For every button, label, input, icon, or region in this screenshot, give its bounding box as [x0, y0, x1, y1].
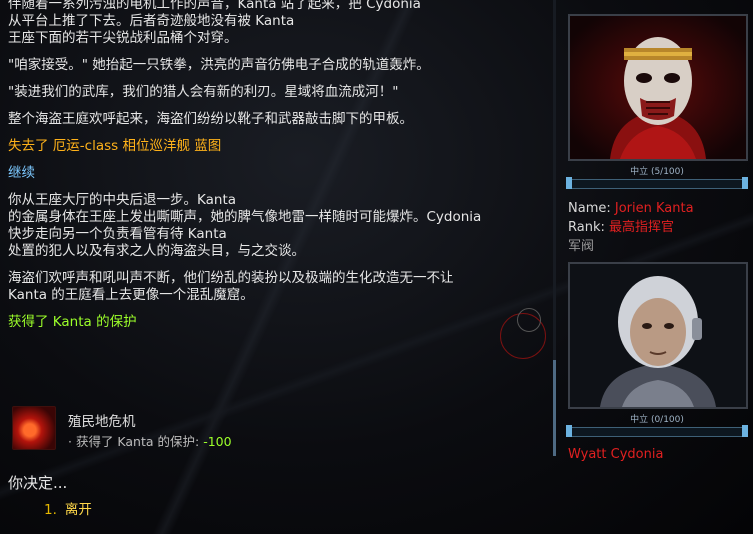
option-leave[interactable]: 1. 离开 [44, 498, 92, 518]
story-paragraph: 你从王座大厅的中央后退一步。Kanta 的金属身体在王座上发出嘶嘶声，她的脾气像… [8, 192, 553, 260]
effect-title: 殖民地危机 [68, 414, 136, 430]
character-name: Wyatt Cydonia [568, 447, 664, 462]
story-paragraph: "咱家接受。" 她抬起一只铁拳，洪亮的声音彷佛电子合成的轨道轰炸。 [8, 57, 430, 73]
character-panel-cydonia: 中立 (0/100) Wyatt Cydonia [566, 262, 748, 462]
character-panel-kanta: 中立 (5/100) Name: Jorien Kanta Rank: 最高指挥… [566, 14, 748, 256]
story-line: 从平台上推了下去。后者奇迹般地没有被 Kanta [8, 13, 295, 29]
story-line: Kanta 的王庭看上去更像一个混乱魔窟。 [8, 287, 254, 303]
character-info: Name: Jorien Kanta Rank: 最高指挥官 军阀 [568, 199, 746, 256]
kanta-portrait-image [570, 16, 746, 159]
rank-key: Rank: [568, 220, 605, 235]
character-name: Jorien Kanta [614, 201, 694, 216]
option-label: 离开 [64, 502, 92, 518]
story-line: 你从王座大厅的中央后退一步。Kanta [8, 192, 237, 208]
story-line: 海盗们欢呼声和吼叫声不断，他们纷乱的装扮以及极端的生化改造无一不让 [8, 270, 454, 286]
story-line: 王座下面的若干尖锐战利品桶个对穿。 [8, 30, 238, 46]
decision-heading: 你决定... [8, 474, 68, 492]
scrollbar-thumb[interactable] [553, 360, 556, 456]
cydonia-portrait-image [570, 264, 746, 407]
effect-value: -100 [203, 434, 232, 449]
option-number: 1. [44, 502, 57, 518]
story-line: 处置的犯人以及有求之人的海盗头目，与之交谈。 [8, 243, 305, 259]
reputation-bar [566, 425, 748, 437]
name-key: Name: [568, 201, 611, 216]
story-log: 伴随着一系列污浊的电机工作的声音，Kanta 站了起来，把 Cydonia 从平… [8, 0, 553, 395]
gained-notice: 获得了 Kanta 的保护 [8, 314, 137, 330]
target-reticle-icon [500, 308, 546, 359]
story-line: 伴随着一系列污浊的电机工作的声音，Kanta 站了起来，把 Cydonia [8, 0, 421, 12]
effect-description: · 获得了 Kanta 的保护: -100 [68, 431, 232, 450]
colony-crisis-icon [12, 406, 56, 450]
lost-item-notice: 失去了 厄运-class 相位巡洋舰 蓝图 [8, 138, 222, 154]
character-rank: 最高指挥官 [609, 220, 675, 235]
continue-marker: 继续 [8, 165, 35, 181]
story-paragraph: 伴随着一系列污浊的电机工作的声音，Kanta 站了起来，把 Cydonia 从平… [8, 0, 553, 47]
story-paragraph: 整个海盗王庭欢呼起来，海盗们纷纷以靴子和武器敲击脚下的甲板。 [8, 111, 413, 127]
effect-desc-text: · 获得了 Kanta 的保护: [68, 434, 200, 449]
portrait-cydonia [568, 262, 748, 409]
story-line: 的金属身体在王座上发出嘶嘶声，她的脾气像地雷一样随时可能爆炸。Cydonia [8, 209, 482, 225]
reputation-bar [566, 177, 748, 189]
story-paragraph: 海盗们欢呼声和吼叫声不断，他们纷乱的装扮以及极端的生化改造无一不让 Kanta … [8, 270, 553, 304]
reputation-label: 中立 (5/100) [630, 167, 684, 177]
reputation-label: 中立 (0/100) [630, 415, 684, 425]
story-line: 快步走向另一个负责看管有待 Kanta [8, 226, 227, 242]
story-paragraph: "装进我们的武库，我们的猎人会有新的利刃。星域将血流成河！" [8, 84, 399, 100]
portrait-kanta [568, 14, 748, 161]
effect-entry: 殖民地危机 · 获得了 Kanta 的保护: -100 [10, 404, 430, 452]
character-post: 军阀 [568, 239, 595, 254]
